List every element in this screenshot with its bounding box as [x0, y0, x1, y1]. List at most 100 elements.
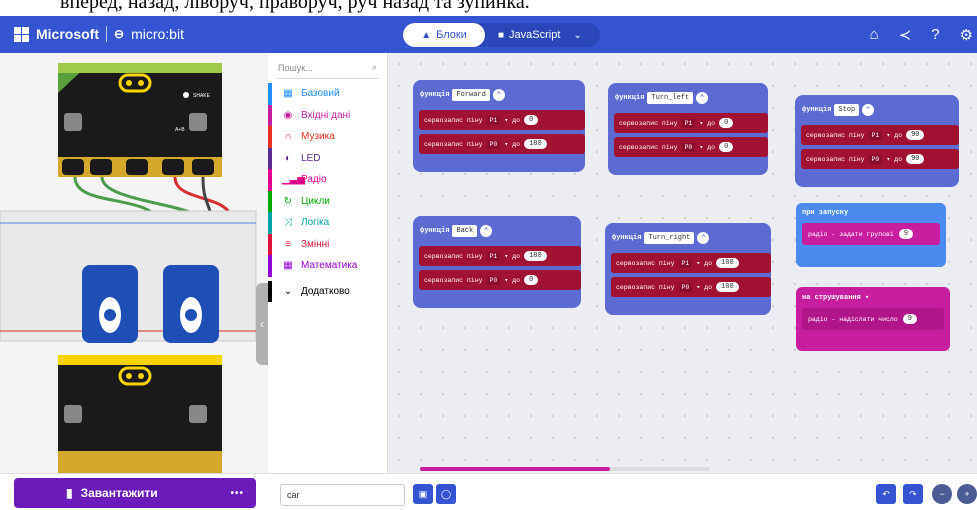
simulator-collapse-button[interactable]: ‹ [256, 283, 268, 365]
collapse-icon[interactable]: ⌃ [492, 89, 505, 101]
value-field[interactable]: 180 [524, 251, 547, 261]
value-field[interactable]: 90 [906, 154, 925, 164]
radio-group-value[interactable]: 9 [898, 229, 914, 239]
more-options-button[interactable]: ••• [230, 488, 244, 499]
microbit-top[interactable]: SHAKE A+B [58, 63, 222, 177]
function-name[interactable]: Back [452, 225, 478, 237]
pin-dropdown[interactable]: P0 [486, 139, 501, 149]
brand[interactable]: Microsoft ⊖ micro:bit [14, 26, 184, 42]
redo-button[interactable]: ↷ [903, 484, 923, 504]
radio-send-value[interactable]: 9 [902, 314, 917, 324]
pin-dropdown[interactable]: P0 [868, 154, 883, 164]
zoom-in-icon: + [964, 489, 970, 499]
function-name[interactable]: Turn_right [644, 232, 695, 244]
function-block-turn-left[interactable]: функція Turn_left ⌃ сервозапис піну P1 ▾ до… [608, 83, 768, 175]
servo-right[interactable] [163, 265, 219, 343]
category-basic[interactable]: ▦ Базовий [268, 83, 387, 105]
on-shake-label[interactable]: на струшування ▾ [796, 287, 950, 302]
pin-dropdown[interactable]: P0 [681, 142, 696, 152]
radio-send-block[interactable]: радіо - надіслати число 9 [802, 308, 944, 330]
shake-label: SHAKE [193, 93, 211, 99]
download-button[interactable]: ▮ Завантажити ••• [14, 478, 256, 508]
category-music[interactable]: ∩ Музика [268, 126, 387, 148]
microbit-bottom[interactable] [58, 355, 222, 473]
project-name-input[interactable] [280, 484, 405, 506]
category-logic[interactable]: ⤨ Логіка [268, 212, 387, 234]
collapse-icon[interactable]: ⌃ [696, 92, 709, 104]
collapse-icon[interactable]: ⌃ [697, 232, 710, 244]
scrollbar-thumb[interactable] [420, 467, 610, 471]
function-name[interactable]: Turn_left [647, 92, 694, 104]
share-icon[interactable]: ≺ [899, 26, 912, 44]
value-field[interactable]: 0 [524, 275, 539, 285]
pin-dropdown[interactable]: P1 [681, 118, 696, 128]
servo-label: сервозапис піну [616, 259, 675, 267]
function-block-back[interactable]: функція Back ⌃ сервозапис піну P1 ▾ до 180 с… [413, 216, 581, 308]
pin-dropdown[interactable]: P1 [486, 115, 501, 125]
pin-dropdown[interactable]: P0 [678, 282, 693, 292]
servo-label: сервозапис піну [424, 116, 483, 124]
category-math[interactable]: ▦ Математика [268, 255, 387, 277]
servo-block[interactable]: сервозапис піну P1 ▾ до 90 [801, 125, 959, 145]
servo-label: сервозапис піну [424, 276, 483, 284]
zoom-in-button[interactable]: + [957, 484, 977, 504]
help-icon[interactable]: ? [931, 26, 939, 43]
servo-block[interactable]: сервозапис піну P0 ▾ до 180 [611, 277, 771, 297]
settings-icon[interactable]: ⚙ [960, 26, 973, 44]
workspace-scrollbar[interactable] [420, 467, 710, 471]
servo-block[interactable]: сервозапис піну P1 ▾ до 0 [614, 113, 768, 133]
category-input[interactable]: ◉ Вхідні дані [268, 104, 387, 126]
servo-block[interactable]: сервозапис піну P1 ▾ до 0 [419, 110, 585, 130]
value-field[interactable]: 180 [716, 258, 739, 268]
category-math-label: Математика [301, 260, 358, 272]
servo-block[interactable]: сервозапис піну P0 ▾ до 180 [419, 134, 585, 154]
tab-javascript[interactable]: ■ JavaScript [485, 23, 573, 47]
chevron-down-icon[interactable]: ⌄ [573, 30, 581, 41]
collapse-icon[interactable]: ⌃ [862, 104, 875, 116]
category-loops[interactable]: ↻ Цикли [268, 190, 387, 212]
function-block-turn-right[interactable]: функція Turn_right ⌃ сервозапис піну P1 ▾ д… [605, 223, 771, 315]
tab-blocks[interactable]: ▲ Блоки [403, 23, 485, 47]
category-led[interactable]: ◐ LED [268, 147, 387, 169]
collapse-icon[interactable]: ⌃ [480, 225, 493, 237]
value-field[interactable]: 0 [719, 142, 734, 152]
on-start-block[interactable]: при запуску радіо - задати групові 9 [796, 203, 946, 267]
category-advanced[interactable]: ⌄ Додатково [268, 280, 387, 302]
function-name[interactable]: Forward [452, 89, 490, 101]
function-block-stop[interactable]: функція Stop ⌃ сервозапис піну P1 ▾ до 90 се… [795, 95, 959, 187]
pin-dropdown[interactable]: P1 [486, 251, 501, 261]
function-block-forward[interactable]: функція Forward ⌃ сервозапис піну P1 ▾ до 0 … [413, 80, 585, 172]
category-variables[interactable]: ≡ Змінні [268, 233, 387, 255]
github-button[interactable]: ◯ [436, 484, 456, 504]
pin-dropdown[interactable]: P1 [678, 258, 693, 268]
pin-dropdown[interactable]: P0 [486, 275, 501, 285]
value-field[interactable]: 180 [716, 282, 739, 292]
dropdown-icon: ▾ [886, 156, 891, 163]
radio-group-block[interactable]: радіо - задати групові 9 [802, 223, 940, 245]
microsoft-label: Microsoft [36, 26, 99, 42]
home-icon[interactable]: ⌂ [870, 26, 879, 43]
servo-block[interactable]: сервозапис піну P0 ▾ до 0 [614, 137, 768, 157]
zoom-out-button[interactable]: − [932, 484, 952, 504]
pin-dropdown[interactable]: P1 [868, 130, 883, 140]
servo-block[interactable]: сервозапис піну P0 ▾ до 0 [419, 270, 581, 290]
dropdown-icon: ▾ [504, 277, 509, 284]
servo-block[interactable]: сервозапис піну P1 ▾ до 180 [419, 246, 581, 266]
servo-block[interactable]: сервозапис піну P0 ▾ до 90 [801, 149, 959, 169]
undo-button[interactable]: ↶ [876, 484, 896, 504]
value-field[interactable]: 0 [719, 118, 734, 128]
on-shake-block[interactable]: на струшування ▾ радіо - надіслати число… [796, 287, 950, 351]
servo-left[interactable] [82, 265, 138, 343]
value-field[interactable]: 90 [906, 130, 925, 140]
category-radio[interactable]: ▁▃▅ Радіо [268, 169, 387, 191]
servo-block[interactable]: сервозапис піну P1 ▾ до 180 [611, 253, 771, 273]
save-button[interactable]: ▣ [413, 484, 433, 504]
value-field[interactable]: 180 [524, 139, 547, 149]
function-name[interactable]: Stop [834, 104, 860, 116]
value-field[interactable]: 0 [524, 115, 539, 125]
blocks-workspace[interactable]: функція Forward ⌃ сервозапис піну P1 ▾ до 0 … [388, 53, 977, 473]
brand-separator [106, 26, 107, 42]
javascript-icon: ■ [498, 29, 505, 41]
toolbox-search[interactable]: Пошук... ⌕ [276, 57, 379, 79]
search-icon[interactable]: ⌕ [372, 62, 377, 73]
